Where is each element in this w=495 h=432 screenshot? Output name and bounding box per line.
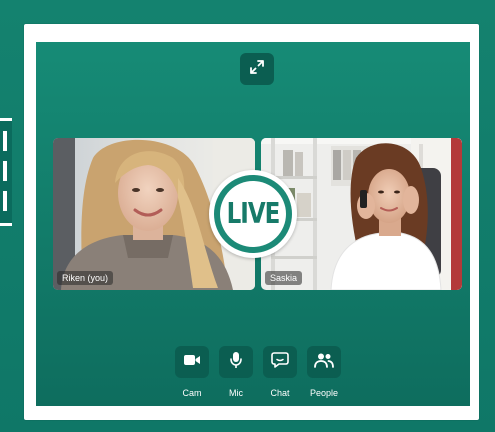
microphone-icon	[229, 351, 243, 374]
mic-label: Mic	[229, 388, 243, 398]
live-badge: LIVE	[209, 170, 297, 258]
scene-background: Riken (you) Saskia LIVE Cam Mic Chat Peo…	[0, 0, 495, 432]
call-controls-bar: Cam Mic Chat People	[174, 346, 344, 402]
live-badge-inner: LIVE	[220, 181, 286, 247]
camera-icon	[183, 353, 201, 372]
live-badge-text: LIVE	[226, 197, 281, 231]
chat-icon	[271, 351, 289, 374]
cam-button[interactable]: Cam	[174, 346, 210, 398]
chat-label: Chat	[270, 388, 290, 398]
mic-button[interactable]: Mic	[218, 346, 254, 398]
expand-icon	[249, 59, 265, 80]
chat-button[interactable]: Chat	[262, 346, 298, 398]
chat-button-box[interactable]	[263, 346, 297, 378]
cam-button-box[interactable]	[175, 346, 209, 378]
fullscreen-button[interactable]	[240, 53, 274, 85]
people-label: People	[309, 388, 339, 398]
participant-name-label: Saskia	[265, 271, 303, 285]
cam-label: Cam	[182, 388, 202, 398]
people-button[interactable]: People	[306, 346, 342, 398]
cropped-sign	[0, 118, 12, 226]
mic-button-box[interactable]	[219, 346, 253, 378]
participant-name-label: Riken (you)	[57, 271, 114, 285]
people-icon	[314, 352, 334, 373]
people-button-box[interactable]	[307, 346, 341, 378]
